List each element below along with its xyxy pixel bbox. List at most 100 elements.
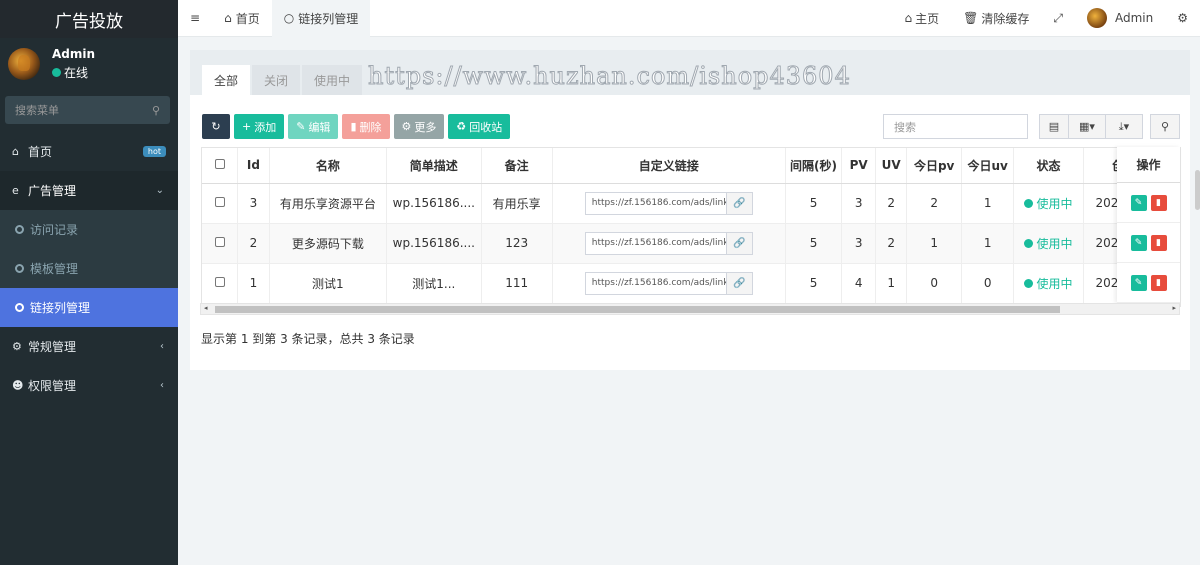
more-button[interactable]: ⚙ 更多	[393, 114, 445, 139]
sidebar-item-label: 链接列管理	[30, 301, 91, 315]
main-site-link[interactable]: ⌂ 主页	[892, 0, 951, 37]
column-header[interactable]: 简单描述	[386, 148, 482, 184]
recycle-bin-button[interactable]: ♻ 回收站	[448, 114, 511, 139]
table-row: 1 测试1 测试1... 111 https://zf.156186.com/a…	[202, 263, 1180, 304]
row-edit-button[interactable]: ✎	[1130, 234, 1147, 251]
select-all-checkbox[interactable]	[214, 159, 225, 170]
link-input[interactable]: https://zf.156186.com/ads/link/R9RA(	[584, 231, 727, 255]
row-delete-button[interactable]: ▮	[1150, 274, 1167, 291]
user-status-label: 在线	[64, 66, 89, 80]
export-button[interactable]: ⤓▾	[1105, 114, 1143, 139]
brand-logo[interactable]: 广告投放	[0, 0, 178, 38]
user-name: Admin	[52, 47, 96, 61]
sidebar-item-home[interactable]: ⌂ 首页 hot	[0, 132, 178, 171]
sidebar-item-label: 首页	[28, 145, 53, 159]
column-header[interactable]: UV	[875, 148, 908, 184]
scroll-left-icon[interactable]: ◂	[204, 304, 208, 312]
copy-link-button[interactable]: 🔗	[726, 191, 753, 215]
more-label: 更多	[414, 120, 437, 134]
clear-cache-button[interactable]: 🗑 清除缓存	[951, 0, 1041, 37]
menu-search-input[interactable]: 搜索菜单 ⚲	[5, 96, 170, 124]
page-vertical-scrollbar[interactable]	[1195, 170, 1200, 210]
advanced-search-button[interactable]: ⚲	[1150, 114, 1180, 139]
row-checkbox[interactable]	[214, 277, 225, 287]
refresh-button[interactable]: ↻	[202, 114, 230, 139]
scroll-right-icon[interactable]: ▸	[1172, 304, 1176, 312]
scrollbar-thumb[interactable]	[215, 306, 1060, 313]
circle-icon	[15, 303, 24, 312]
cell-desc: wp.156186....	[386, 223, 482, 264]
watermark-text: https://www.huzhan.com/ishop43604	[368, 62, 851, 91]
column-header[interactable]: 名称	[269, 148, 388, 184]
toggle-view-button[interactable]: ▤	[1039, 114, 1069, 139]
cell-uv: 2	[875, 183, 908, 224]
cell-remark: 111	[481, 263, 553, 304]
column-header[interactable]: Id	[237, 148, 270, 184]
link-input[interactable]: https://zf.156186.com/ads/link/vrGNU	[584, 191, 727, 215]
sidebar-item-templates[interactable]: 模板管理	[0, 249, 178, 288]
status-badge[interactable]: 使用中	[1024, 195, 1073, 212]
columns-button[interactable]: ▦▾	[1068, 114, 1106, 139]
row-edit-button[interactable]: ✎	[1130, 274, 1147, 291]
settings-button[interactable]: ⚙	[1165, 0, 1200, 37]
user-avatar	[8, 48, 40, 80]
recycle-label: 回收站	[469, 120, 503, 134]
pagination-summary: 显示第 1 到第 3 条记录，总共 3 条记录	[201, 332, 415, 346]
gear-icon: ⚙	[401, 120, 412, 133]
row-checkbox[interactable]	[214, 237, 225, 247]
sidebar-item-link-management[interactable]: 链接列管理	[0, 288, 178, 327]
column-header[interactable]: 状态	[1013, 148, 1084, 184]
chevron-left-icon: ‹	[160, 380, 164, 391]
tab-all[interactable]: 全部	[202, 65, 251, 95]
search-icon[interactable]: ⚲	[152, 104, 160, 117]
menu-toggle-button[interactable]: ≡	[178, 0, 212, 37]
column-header[interactable]: 备注	[481, 148, 553, 184]
copy-link-button[interactable]: 🔗	[726, 271, 753, 295]
fullscreen-button[interactable]: ⤢	[1041, 0, 1075, 37]
column-header[interactable]: 今日uv	[961, 148, 1015, 184]
trash-icon: 🗑	[963, 11, 979, 25]
tab-home[interactable]: ⌂ 首页	[212, 0, 272, 37]
hamburger-icon: ≡	[190, 11, 201, 25]
sidebar-item-general[interactable]: ⚙ 常规管理 ‹	[0, 327, 178, 366]
copy-link-button[interactable]: 🔗	[726, 231, 753, 255]
delete-button[interactable]: ▮ 删除	[342, 114, 390, 139]
row-delete-button[interactable]: ▮	[1150, 194, 1167, 211]
row-actions: ✎ ▮	[1117, 183, 1180, 223]
tab-link-management[interactable]: ○ 链接列管理	[271, 0, 371, 37]
row-actions: ✎ ▮	[1117, 223, 1180, 263]
circle-icon	[15, 264, 24, 273]
row-edit-button[interactable]: ✎	[1130, 194, 1147, 211]
cell-remark: 123	[481, 223, 553, 264]
add-button[interactable]: + 添加	[234, 114, 285, 139]
sidebar-item-ad-management[interactable]: e 广告管理 ⌄	[0, 171, 178, 210]
table-horizontal-scrollbar[interactable]: ◂ ▸	[200, 303, 1180, 315]
cell-pv: 4	[841, 263, 876, 304]
link-input[interactable]: https://zf.156186.com/ads/link/jw0pr(	[584, 271, 727, 295]
download-icon: ⤓▾	[1118, 119, 1130, 133]
chevron-down-icon: ⌄	[155, 185, 164, 196]
users-icon: ☻	[12, 379, 24, 392]
cell-today-uv: 1	[961, 183, 1015, 224]
tab-in-use[interactable]: 使用中	[302, 65, 363, 95]
delete-label: 删除	[359, 120, 382, 134]
status-badge[interactable]: 使用中	[1024, 275, 1073, 292]
tab-closed[interactable]: 关闭	[252, 65, 301, 95]
pencil-icon: ✎	[1134, 237, 1143, 248]
sidebar: 广告投放 Admin 在线 搜索菜单 ⚲ ⌂ 首页 hot e 广告管理 ⌄ 访…	[0, 0, 178, 565]
admin-menu[interactable]: Admin	[1075, 0, 1165, 37]
admin-label: Admin	[1114, 11, 1154, 25]
sidebar-item-permissions[interactable]: ☻ 权限管理 ‹	[0, 366, 178, 405]
status-badge[interactable]: 使用中	[1024, 235, 1073, 252]
column-header[interactable]: 自定义链接	[552, 148, 786, 184]
column-header[interactable]: 间隔(秒)	[785, 148, 843, 184]
sidebar-item-access-log[interactable]: 访问记录	[0, 210, 178, 249]
column-header[interactable]: PV	[841, 148, 876, 184]
edit-button[interactable]: ✎ 编辑	[288, 114, 339, 139]
select-all-checkbox-cell	[202, 148, 239, 184]
menu-search-placeholder: 搜索菜单	[15, 104, 59, 117]
column-header[interactable]: 今日pv	[906, 148, 962, 184]
row-checkbox[interactable]	[214, 197, 225, 207]
row-delete-button[interactable]: ▮	[1150, 234, 1167, 251]
table-search-input[interactable]: 搜索	[883, 114, 1028, 139]
